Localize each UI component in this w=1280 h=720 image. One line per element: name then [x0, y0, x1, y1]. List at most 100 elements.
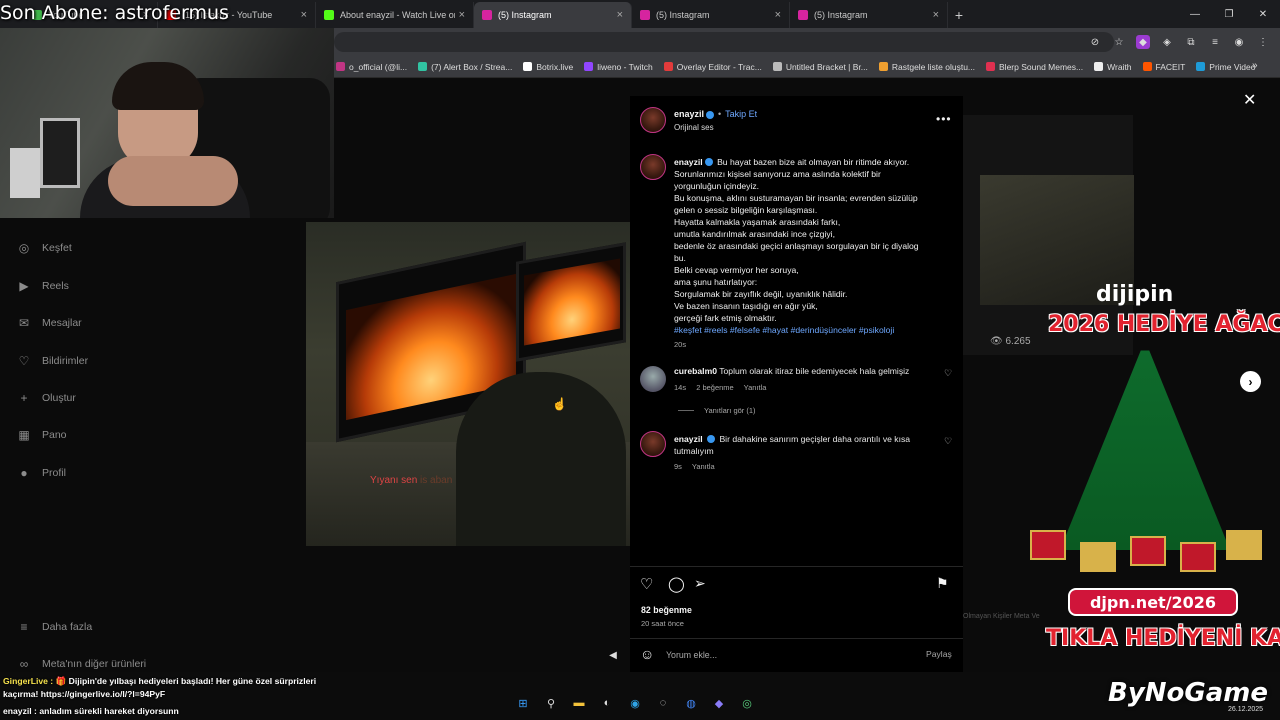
post-author-avatar[interactable]: [640, 107, 666, 133]
bookmark-item[interactable]: o_official (@li...: [336, 62, 407, 72]
app-icon[interactable]: ◎: [738, 694, 756, 712]
minimize-button[interactable]: —: [1178, 0, 1212, 28]
bookmark-item[interactable]: Wraith: [1094, 62, 1132, 72]
star-icon[interactable]: ☆: [1112, 35, 1126, 49]
caption-line: bedenle öz arasındaki geçici anlaşmayı s…: [674, 241, 919, 251]
commenter-avatar[interactable]: [640, 431, 666, 457]
comment-like-heart-icon[interactable]: ♡: [944, 368, 952, 379]
media-icon[interactable]: ≡: [1208, 35, 1222, 49]
reel-video[interactable]: Yıyanı sen is aban ☝: [306, 222, 630, 546]
emoji-icon[interactable]: ☺: [640, 646, 654, 662]
bookmark-favicon-icon: [523, 62, 533, 71]
restore-button[interactable]: ❐: [1212, 0, 1246, 28]
commenter-username[interactable]: curebalm0: [674, 366, 717, 376]
new-tab-button[interactable]: +: [948, 2, 970, 28]
discord-icon[interactable]: ◆: [710, 694, 728, 712]
chrome-icon[interactable]: ◍: [682, 694, 700, 712]
tab-favicon-icon: [324, 10, 334, 20]
file-explorer-icon[interactable]: ▬: [570, 694, 588, 712]
steam-icon[interactable]: ◐: [598, 694, 616, 712]
sidebar-item-2[interactable]: ▶ Reels: [16, 278, 68, 294]
comment-time: 9s: [674, 462, 682, 471]
post-age: 20 saat önce: [641, 619, 684, 628]
reply-button[interactable]: Yanıtla: [744, 383, 767, 392]
address-bar[interactable]: [334, 32, 1114, 52]
comment-meta: 14s 2 beğenme Yanıtla: [674, 383, 774, 392]
bookmark-icon[interactable]: ⚑: [936, 575, 949, 592]
windows-start-icon[interactable]: ⊞: [514, 694, 532, 712]
gift-box-icon: [1180, 542, 1216, 572]
bookmark-item[interactable]: FACEIT: [1142, 62, 1185, 72]
edge-icon[interactable]: ◉: [626, 694, 644, 712]
bookmark-item[interactable]: Untitled Bracket | Br...: [772, 62, 868, 72]
post-author-username[interactable]: enayzil: [674, 109, 704, 119]
bookmarks-overflow-button[interactable]: »: [1252, 60, 1260, 71]
more-options-button[interactable]: •••: [936, 112, 952, 126]
sidebar-item-label: Mesajlar: [42, 317, 82, 329]
chat-username: enayzil :: [3, 706, 37, 716]
tab-close-icon[interactable]: ×: [301, 9, 307, 21]
view-replies-button[interactable]: Yanıtları gör (1): [678, 406, 756, 415]
bookmark-item[interactable]: Botrix.live: [523, 62, 573, 72]
tab-close-icon[interactable]: ×: [617, 9, 623, 21]
obs-icon[interactable]: ◌: [654, 694, 672, 712]
sidebar-item-6[interactable]: ▦ Pano: [16, 427, 66, 443]
bynogame-watermark: ByNoGame: [1108, 678, 1268, 708]
tab-close-icon[interactable]: ×: [775, 9, 781, 21]
bookmark-label: Prime Video: [1209, 61, 1256, 72]
caption-line: yorgunluğun içindeyiz.: [674, 181, 760, 191]
audio-label[interactable]: Orijinal ses: [674, 123, 714, 132]
post-comment-button[interactable]: Paylaş: [926, 649, 952, 659]
caption-author-username[interactable]: enayzil: [674, 157, 703, 167]
browser-tab[interactable]: (5) Instagram ×: [632, 2, 790, 28]
bookmark-item[interactable]: liweno - Twitch: [584, 62, 653, 72]
sidebar-item-3[interactable]: ✉ Mesajlar: [16, 315, 82, 331]
follow-button[interactable]: Takip Et: [725, 109, 757, 119]
bookmark-favicon-icon: [1142, 62, 1152, 71]
close-icon[interactable]: ✕: [1243, 90, 1256, 110]
sidebar-item-5[interactable]: + Oluştur: [16, 390, 75, 406]
search-icon[interactable]: ⚲: [542, 694, 560, 712]
sidebar-item-7[interactable]: ● Profil: [16, 465, 66, 481]
caption-line: ama şunu hatırlatıyor:: [674, 277, 758, 287]
caption-hashtags[interactable]: #keşfet #reels #felsefe #hayat #derindüş…: [674, 324, 954, 336]
sidebar-item-1[interactable]: ◎ Keşfet: [16, 240, 72, 256]
comment-likes[interactable]: 2 beğenme: [696, 383, 734, 392]
reply-button[interactable]: Yanıtla: [692, 462, 715, 471]
comment-time: 14s: [674, 383, 687, 392]
profile-avatar-icon[interactable]: ◉: [1232, 35, 1246, 49]
browser-tab[interactable]: (5) Instagram ×: [474, 2, 632, 28]
extension-icon[interactable]: ◆: [1136, 35, 1150, 49]
compass-icon: ◎: [18, 241, 30, 255]
bookmark-item[interactable]: (7) Alert Box / Strea...: [418, 62, 512, 72]
bookmark-item[interactable]: Rastgele liste oluştu...: [878, 62, 975, 72]
browser-tab[interactable]: About enayzil - Watch Live on K ×: [316, 2, 474, 28]
sidebar-bottom-item-2[interactable]: ∞ Meta'nın diğer ürünleri: [16, 656, 146, 672]
comment-input[interactable]: [666, 647, 906, 663]
puzzle-icon[interactable]: ⧉: [1184, 35, 1198, 49]
commenter-avatar[interactable]: [640, 366, 666, 392]
bookmark-item[interactable]: Prime Video: [1196, 62, 1255, 72]
tab-favicon-icon: [482, 10, 492, 20]
bookmark-item[interactable]: Overlay Editor - Trac...: [663, 62, 762, 72]
eye-off-icon[interactable]: ⊘: [1088, 35, 1102, 49]
tab-close-icon[interactable]: ×: [933, 9, 939, 21]
audio-mute-button[interactable]: ◀: [604, 646, 622, 664]
sidebar-item-4[interactable]: ♡ Bildirimler: [16, 353, 88, 369]
caption-author-avatar[interactable]: [640, 154, 666, 180]
tab-favicon-icon: [798, 10, 808, 20]
close-window-button[interactable]: ✕: [1246, 0, 1280, 28]
commenter-username[interactable]: enayzil: [674, 434, 703, 444]
like-heart-icon[interactable]: ♡: [640, 575, 653, 593]
comment-bubble-icon[interactable]: ◯: [668, 575, 685, 593]
like-count[interactable]: 82 beğenme: [641, 605, 692, 615]
extension-icon-2[interactable]: ◈: [1160, 35, 1174, 49]
comment-like-heart-icon[interactable]: ♡: [944, 436, 952, 447]
toolbar-icons: ⊘ ☆ ◆ ◈ ⧉ ≡ ◉ ⋮: [1088, 28, 1270, 56]
browser-tab[interactable]: (5) Instagram ×: [790, 2, 948, 28]
share-paper-plane-icon[interactable]: ➢: [694, 575, 706, 592]
sidebar-bottom-item-1[interactable]: ≡ Daha fazla: [16, 619, 92, 635]
tab-close-icon[interactable]: ×: [459, 9, 465, 21]
kebab-menu-icon[interactable]: ⋮: [1256, 35, 1270, 49]
bookmark-item[interactable]: Blerp Sound Memes...: [986, 62, 1083, 72]
